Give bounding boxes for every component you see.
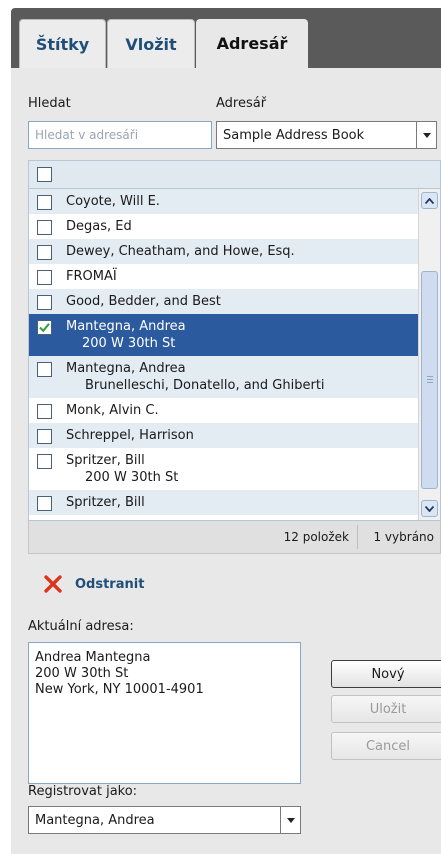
selected-count: 1 vybráno <box>373 530 434 544</box>
address-line: 200 W 30th St <box>35 666 129 681</box>
tab-insert[interactable]: Vložit <box>107 19 195 68</box>
checkmark-icon <box>39 323 50 333</box>
list-item[interactable]: Schreppel, Harrison <box>29 423 419 448</box>
address-book-panel: Štítky Vložit Adresář Hledat Adresář Sam… <box>11 8 441 854</box>
row-checkbox[interactable] <box>37 270 52 285</box>
remove-button[interactable]: Odstranit <box>43 568 144 600</box>
list-item[interactable]: Degas, Ed <box>29 214 419 239</box>
list-item-detail: Brunelleschi, Donatello, and Ghiberti <box>85 378 325 393</box>
list-item[interactable]: Mantegna, Andrea Brunelleschi, Donatello,… <box>29 356 419 398</box>
list-item[interactable]: Spritzer, Bill <box>29 490 419 515</box>
save-button[interactable]: Uložit <box>331 695 441 723</box>
cancel-button[interactable]: Cancel <box>331 732 441 760</box>
remove-button-label: Odstranit <box>75 576 145 592</box>
list-item[interactable]: Good, Bedder, and Best <box>29 289 419 314</box>
address-book-select[interactable]: Sample Address Book <box>216 121 437 149</box>
list-item[interactable]: Monk, Alvin C. <box>29 398 419 423</box>
list-item-name: Coyote, Will E. <box>66 194 160 209</box>
current-address-textarea[interactable]: Andrea Mantegna 200 W 30th St New York, … <box>28 642 301 784</box>
scroll-down-button[interactable] <box>421 500 438 517</box>
tab-address-book[interactable]: Adresář <box>196 19 308 68</box>
address-book-label: Adresář <box>216 96 267 111</box>
list-status-bar: 12 položek 1 vybráno <box>28 521 441 554</box>
status-divider <box>357 525 358 549</box>
list-item-name: Good, Bedder, and Best <box>66 294 221 309</box>
list-item-name: Spritzer, Bill <box>66 453 145 468</box>
list-item[interactable]: FROMAÏ <box>29 264 419 289</box>
tab-strip: Štítky Vložit Adresář <box>11 8 441 68</box>
list-item[interactable]: Mantegna, Andrea 200 W 30th St <box>29 314 419 356</box>
search-label: Hledat <box>28 96 71 111</box>
row-checkbox[interactable] <box>37 454 52 469</box>
list-item-name: Schreppel, Harrison <box>66 428 194 443</box>
row-checkbox[interactable] <box>37 496 52 511</box>
register-as-label: Registrovat jako: <box>28 784 138 799</box>
chevron-down-icon[interactable] <box>416 122 436 148</box>
row-checkbox[interactable] <box>37 404 52 419</box>
list-header <box>28 160 441 188</box>
register-as-select-value: Mantegna, Andrea <box>35 812 155 828</box>
row-checkbox[interactable] <box>37 320 52 335</box>
list-item-name: Mantegna, Andrea <box>66 361 186 376</box>
chevron-down-icon <box>425 505 434 512</box>
row-checkbox[interactable] <box>37 362 52 377</box>
list-item-name: Mantegna, Andrea <box>66 319 186 334</box>
list-item-name: Degas, Ed <box>66 219 132 234</box>
address-line: Andrea Mantegna <box>35 650 151 665</box>
scroll-up-button[interactable] <box>421 192 438 209</box>
list-item-name: FROMAÏ <box>66 269 117 284</box>
list-item-name: Spritzer, Bill <box>66 495 145 510</box>
row-checkbox[interactable] <box>37 220 52 235</box>
tab-labels[interactable]: Štítky <box>19 19 106 68</box>
address-book-select-value: Sample Address Book <box>223 127 365 143</box>
list-item-detail: 200 W 30th St <box>85 470 179 485</box>
chevron-up-icon <box>425 197 434 204</box>
list-item[interactable]: Coyote, Will E. <box>29 189 419 214</box>
list-item-name: Dewey, Cheatham, and Howe, Esq. <box>66 244 295 259</box>
row-checkbox[interactable] <box>37 295 52 310</box>
item-count: 12 položek <box>283 530 349 544</box>
list-item-name: Monk, Alvin C. <box>66 403 159 418</box>
vertical-scrollbar[interactable] <box>418 189 440 520</box>
current-address-label: Aktuální adresa: <box>28 619 134 634</box>
list-item[interactable]: Dewey, Cheatham, and Howe, Esq. <box>29 239 419 264</box>
scroll-thumb[interactable] <box>421 271 438 489</box>
register-as-select[interactable]: Mantegna, Andrea <box>28 806 301 834</box>
select-all-checkbox[interactable] <box>37 167 52 182</box>
contact-list[interactable]: Coyote, Will E. Degas, Ed Dewey, Cheatham,… <box>28 188 441 521</box>
list-item-detail: 200 W 30th St <box>82 336 176 351</box>
x-icon <box>44 575 62 593</box>
row-checkbox[interactable] <box>37 195 52 210</box>
address-line: New York, NY 10001-4901 <box>35 682 204 697</box>
search-input[interactable] <box>28 121 212 149</box>
row-checkbox[interactable] <box>37 429 52 444</box>
new-button[interactable]: Nový <box>331 660 441 688</box>
list-item[interactable]: Spritzer, Bill 200 W 30th St <box>29 448 419 490</box>
chevron-down-icon[interactable] <box>280 807 300 833</box>
row-checkbox[interactable] <box>37 245 52 260</box>
